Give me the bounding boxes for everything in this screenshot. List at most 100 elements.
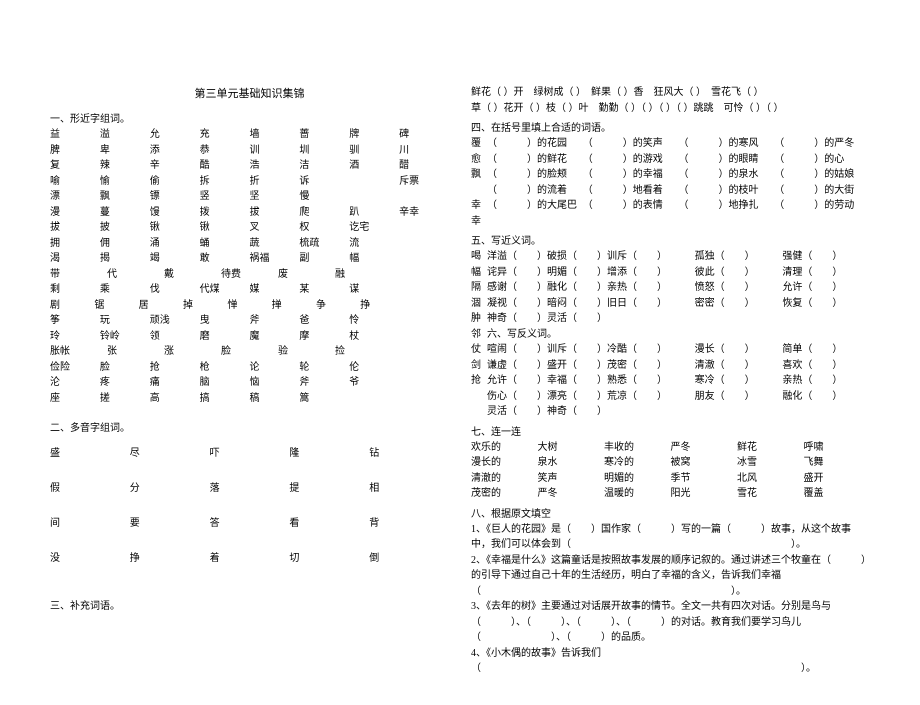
antonym-cell — [782, 404, 870, 420]
lead-char: 抢 — [471, 373, 487, 389]
char-cell: 拥 — [50, 236, 100, 252]
polyphone-cell: 落 — [210, 471, 290, 506]
char-cell: 训 — [250, 143, 300, 159]
lead-char: 幅 — [471, 265, 487, 281]
char-cell — [405, 298, 449, 314]
char-row: 剧锯居掉惮掸争挣 — [50, 298, 449, 314]
char-cell: 拨 — [200, 205, 250, 221]
s8-p4: 4、《小木偶的故事》告诉我们（ ）。 — [471, 646, 870, 677]
s8-p2: 2、《幸福是什么》这篇童话是按照故事发展的顺序记叙的。通过讲述三个牧童在（ ）的… — [471, 553, 870, 600]
fill-row: 覆（ ）的花园（ ）的笑声（ ）的寒风（ ）的严冬 — [471, 136, 870, 152]
synonym-row: 喝洋溢（ ）破损（ ）训斥（ ）孤独（ ）强健（ ） — [471, 249, 870, 265]
polyphone-cell: 间 — [50, 506, 130, 541]
match-cell: 严冬 — [671, 440, 738, 456]
antonym-cell: 允许（ ）幸福（ ） — [487, 373, 607, 389]
char-cell: 谋 — [349, 282, 399, 298]
char-cell: 领 — [150, 329, 200, 345]
lead-char: 邻 — [471, 327, 487, 343]
char-cell: 蔬 — [250, 236, 300, 252]
char-cell: 偷 — [150, 174, 200, 190]
char-cell: 痛 — [150, 375, 200, 391]
match-cell: 漫长的 — [471, 455, 538, 471]
char-cell: 乘 — [100, 282, 150, 298]
char-cell: 馒 — [150, 205, 200, 221]
char-cell: 醋 — [399, 158, 449, 174]
antonym-row: 仗喧闹（ ）训斥（ ）冷酷（ ）漫长（ ）简单（ ） — [471, 342, 870, 358]
synonym-row: 幅诧异（ ）明媚（ ）增添（ ）彼此（ ）清理（ ） — [471, 265, 870, 281]
char-cell: 媒 — [250, 282, 300, 298]
char-cell: 居 — [139, 298, 183, 314]
antonym-cell: 伤心（ ）漂亮（ ） — [487, 389, 607, 405]
char-row: 座搓高搞稿篙 — [50, 391, 449, 407]
polyphone-cell: 倒 — [369, 541, 449, 576]
char-cell: 枪 — [200, 360, 250, 376]
char-cell — [399, 329, 449, 345]
char-cell: 墙 — [250, 127, 300, 143]
section-6-head: 六、写反义词。 — [487, 327, 870, 343]
polyphone-cell: 尽 — [130, 436, 210, 471]
char-row: 益溢允充墙蔷牌碑 — [50, 127, 449, 143]
char-cell: 掸 — [272, 298, 316, 314]
char-cell: 脑 — [200, 375, 250, 391]
antonym-cell — [695, 404, 783, 420]
char-cell: 抢 — [150, 360, 200, 376]
char-row: 漫蔓馒拨拔爬趴辛幸 — [50, 205, 449, 221]
synonym-cell: 感谢（ ）融化（ ） — [487, 280, 607, 296]
synonym-cell: 增添（ ） — [607, 265, 695, 281]
fill-cell: （ ）地挣扎 — [679, 198, 775, 229]
fill-cell: （ ）的寒风 — [679, 136, 775, 152]
polyphone-cell: 切 — [289, 541, 369, 576]
char-row: 脾卑添恭训圳驯川 — [50, 143, 449, 159]
char-cell: 带 — [50, 267, 107, 283]
char-row: 喻愉偷拆折诉斥票 — [50, 174, 449, 190]
match-row: 漫长的泉水寒冷的被窝冰雪飞舞 — [471, 455, 870, 471]
char-cell: 搓 — [100, 391, 150, 407]
char-cell: 酷 — [200, 158, 250, 174]
char-cell: 铃岭 — [100, 329, 150, 345]
s3-line-1: 鲜花（ ）开 绿树成（ ） 鲜果（ ）香 狂风大（ ） 雪花飞（ ） — [471, 85, 870, 101]
antonym-cell: 寒冷（ ） — [695, 373, 783, 389]
fill-cell: （ ）的枝叶 — [679, 183, 775, 199]
polyphone-row: 间要答看背 — [50, 506, 449, 541]
synonym-cell: 密密（ ） — [695, 296, 783, 312]
match-cell: 茂密的 — [471, 486, 538, 502]
match-cell: 笑声 — [538, 471, 605, 487]
char-cell: 锹 — [150, 220, 200, 236]
char-cell: 拔 — [250, 205, 300, 221]
lead-char: 覆 — [471, 136, 487, 152]
synonym-cell: 允许（ ） — [782, 280, 870, 296]
match-cell: 盛开 — [804, 471, 871, 487]
char-cell: 篙 — [299, 391, 349, 407]
char-cell: 竭 — [150, 251, 200, 267]
antonym-cell: 熟悉（ ） — [607, 373, 695, 389]
lead-char: 剑 — [471, 358, 487, 374]
antonym-cell: 喧闹（ ）训斥（ ） — [487, 342, 607, 358]
synonym-cell: 强健（ ） — [782, 249, 870, 265]
char-cell: 掉 — [183, 298, 227, 314]
char-cell: 沦 — [50, 375, 100, 391]
antonym-cell: 清澈（ ） — [695, 358, 783, 374]
lead-char — [471, 183, 487, 199]
char-cell: 充 — [200, 127, 250, 143]
char-cell: 敢 — [200, 251, 250, 267]
fill-cell: （ ）的脸颊 — [487, 167, 583, 183]
fill-cell: （ ）的大街 — [774, 183, 870, 199]
char-cell: 流 — [349, 236, 399, 252]
char-cell: 拔 — [50, 220, 100, 236]
char-cell: 戴 — [164, 267, 221, 283]
char-cell: 蛹 — [200, 236, 250, 252]
fill-row: 愈（ ）的鲜花（ ）的游戏（ ）的眼睛（ ）的心 — [471, 152, 870, 168]
synonym-row: 肿神奇（ ）灵活（ ） — [471, 311, 870, 327]
char-cell: 涌 — [150, 236, 200, 252]
char-cell: 剩 — [50, 282, 100, 298]
char-cell: 脾 — [50, 143, 100, 159]
char-cell: 趴 — [349, 205, 399, 221]
section-3-head: 三、补充词语。 — [50, 597, 449, 612]
match-cell: 冰雪 — [737, 455, 804, 471]
char-cell — [399, 236, 449, 252]
char-cell — [399, 391, 449, 407]
fill-grid: 覆（ ）的花园（ ）的笑声（ ）的寒风（ ）的严冬愈（ ）的鲜花（ ）的游戏（ … — [471, 136, 870, 229]
section-5-head: 五、写近义词。 — [471, 232, 870, 247]
char-cell: 竖 — [200, 189, 250, 205]
match-cell: 欢乐的 — [471, 440, 538, 456]
